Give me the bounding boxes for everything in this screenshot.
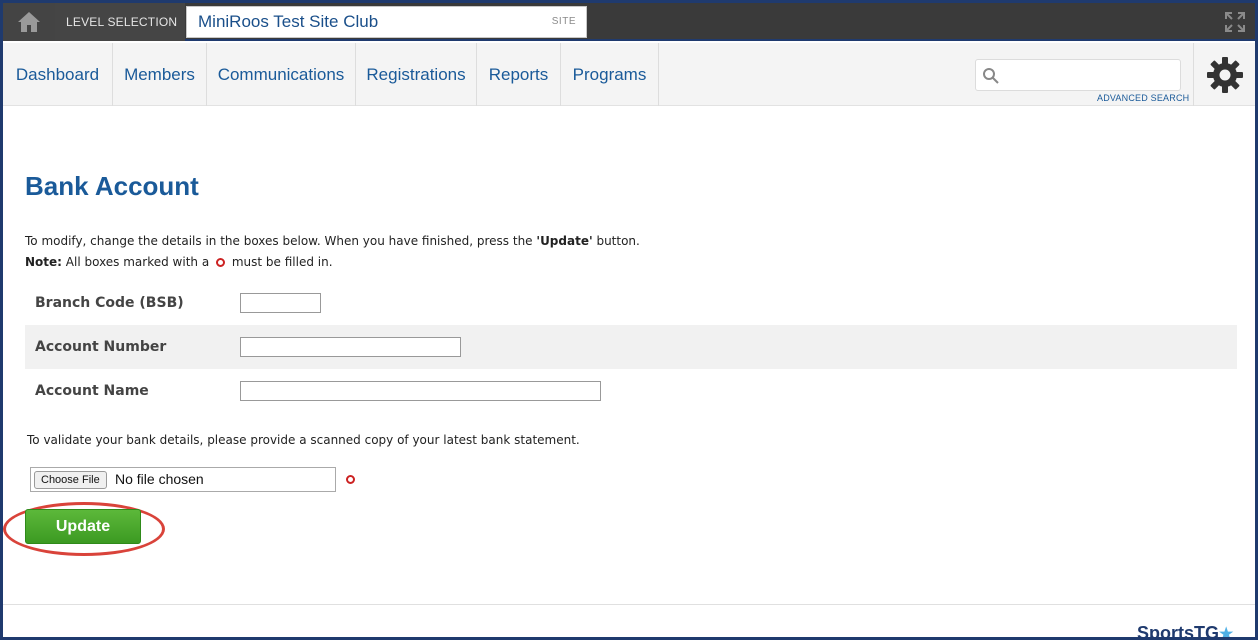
- account-number-input[interactable]: [240, 337, 461, 357]
- home-icon: [18, 12, 40, 32]
- intro-suffix: button.: [592, 234, 640, 248]
- instructions: To modify, change the details in the box…: [25, 231, 640, 273]
- form-row-branch-code: Branch Code (BSB): [25, 281, 1237, 325]
- intro-button-ref: 'Update': [536, 234, 593, 248]
- intro-prefix: To modify, change the details in the box…: [25, 234, 537, 248]
- page-title: Bank Account: [25, 171, 199, 201]
- validate-instructions: To validate your bank details, please pr…: [27, 433, 580, 447]
- choose-file-button[interactable]: Choose File: [34, 471, 107, 489]
- note-label: Note:: [25, 255, 62, 269]
- file-status: No file chosen: [115, 471, 204, 487]
- site-selector[interactable]: MiniRoos Test Site Club SITE: [186, 6, 587, 38]
- footer-logo-text: SportsTG: [1137, 623, 1220, 637]
- note-line: Note: All boxes marked with a must be fi…: [25, 252, 640, 273]
- footer-logo: SportsTG★: [1137, 623, 1233, 637]
- form-row-account-number: Account Number: [25, 325, 1237, 369]
- nav-reports[interactable]: Reports: [477, 43, 561, 106]
- nav-programs[interactable]: Programs: [561, 43, 659, 106]
- site-tag: SITE: [551, 16, 576, 27]
- search-icon: [983, 68, 999, 84]
- account-name-input[interactable]: [240, 381, 601, 401]
- site-name: MiniRoos Test Site Club: [198, 12, 379, 31]
- nav-registrations[interactable]: Registrations: [356, 43, 477, 106]
- branch-code-label: Branch Code (BSB): [35, 295, 184, 311]
- nav-members[interactable]: Members: [113, 43, 207, 106]
- update-button[interactable]: Update: [25, 509, 141, 544]
- app-window: LEVEL SELECTION MiniRoos Test Site Club …: [3, 3, 1255, 637]
- settings-button[interactable]: [1193, 43, 1255, 106]
- nav-communications[interactable]: Communications: [207, 43, 356, 106]
- instruction-line: To modify, change the details in the box…: [25, 231, 640, 252]
- advanced-search-link[interactable]: ADVANCED SEARCH: [1097, 93, 1189, 103]
- home-button[interactable]: [3, 3, 55, 41]
- branch-code-input[interactable]: [240, 293, 321, 313]
- file-upload[interactable]: Choose File No file chosen: [30, 467, 336, 492]
- expand-button[interactable]: [1215, 3, 1255, 41]
- form-row-account-name: Account Name: [25, 369, 1237, 413]
- search-box: [975, 59, 1181, 91]
- level-selection-button[interactable]: LEVEL SELECTION: [55, 3, 185, 41]
- account-number-label: Account Number: [35, 339, 167, 355]
- footer-divider: [3, 604, 1255, 605]
- required-icon: [346, 475, 355, 484]
- search-input[interactable]: [1004, 64, 1174, 86]
- main-nav: Dashboard Members Communications Registr…: [3, 43, 1255, 106]
- gear-icon: [1206, 56, 1243, 93]
- nav-dashboard[interactable]: Dashboard: [3, 43, 113, 106]
- top-bar: LEVEL SELECTION MiniRoos Test Site Club …: [3, 3, 1255, 41]
- expand-icon: [1225, 12, 1245, 32]
- star-icon: ★: [1219, 626, 1234, 637]
- note-suffix: must be filled in.: [231, 255, 333, 269]
- account-name-label: Account Name: [35, 383, 149, 399]
- note-prefix: All boxes marked with a: [61, 255, 210, 269]
- required-icon: [216, 258, 226, 267]
